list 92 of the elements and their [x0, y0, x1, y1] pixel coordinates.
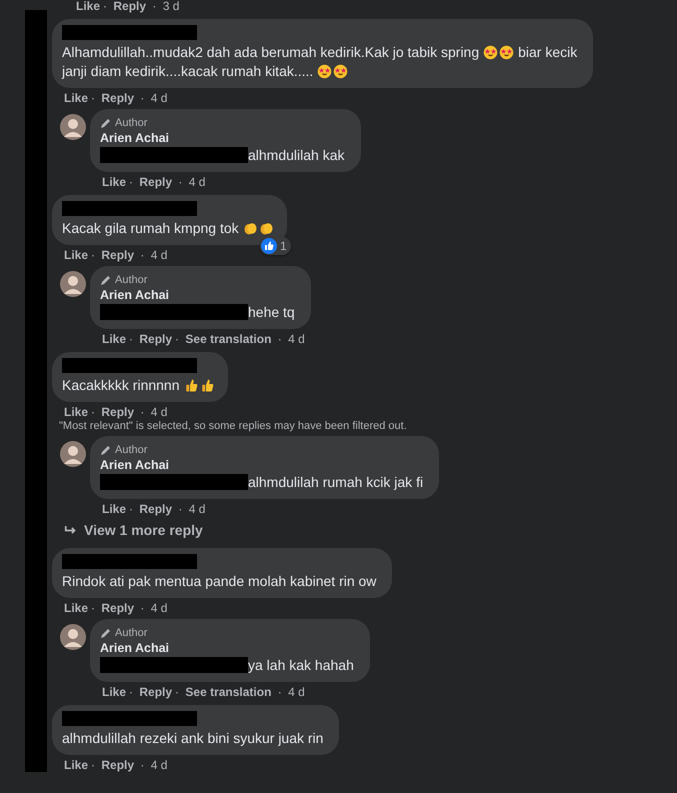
separator-dot: · [278, 332, 282, 346]
comment-text: alhmdulillah rezeki ank bini syukur juak rin [62, 730, 324, 746]
filter-notice: "Most relevant" is selected, so some replies may have been filtered out. [58, 420, 408, 432]
action-link[interactable]: Like [102, 685, 126, 699]
separator-dot: · [178, 175, 182, 189]
action-link[interactable]: Like [64, 248, 88, 262]
action-link[interactable]: Reply [101, 601, 134, 615]
avatar [60, 114, 86, 140]
action-link[interactable]: Reply [101, 405, 134, 419]
emoji-icon [333, 64, 348, 79]
timestamp: 4 d [288, 332, 305, 346]
action-link[interactable]: Like [102, 175, 126, 189]
separator-dot: · [152, 0, 156, 13]
thumbs-up-icon [184, 378, 199, 393]
comment-text: ya lah kak hahah [248, 657, 354, 673]
timestamp: 4 d [150, 601, 168, 615]
comment-text: Alhamdulillah..mudak2 dah ada berumah kedirik.Kak jo tabik spring [62, 44, 480, 60]
comment-text: janji diam kedirik....kacak rumah kitak..... [62, 63, 314, 79]
separator-dot: · [91, 405, 96, 419]
separator-dot: · [175, 332, 180, 346]
reply-arrow-icon [64, 524, 78, 536]
separator-dot: · [91, 601, 96, 615]
author-label: Author [115, 444, 148, 456]
action-link[interactable]: Like [102, 502, 126, 516]
action-link[interactable]: Like [64, 601, 88, 615]
action-link[interactable]: Reply [139, 502, 172, 516]
action-link[interactable]: Reply [113, 0, 146, 13]
action-link[interactable]: Like [64, 758, 88, 772]
author-label: Author [115, 626, 148, 638]
action-link[interactable]: Reply [101, 758, 134, 772]
separator-dot: · [278, 685, 282, 699]
separator-dot: · [91, 248, 96, 262]
separator-dot: · [129, 502, 134, 516]
timestamp: 4 d [288, 685, 305, 699]
like-icon [260, 238, 277, 254]
separator-dot: · [140, 91, 144, 105]
separator-dot: · [129, 332, 134, 346]
emoji-icon [317, 64, 332, 79]
avatar [60, 441, 86, 467]
timestamp: 4 d [188, 502, 206, 516]
separator-dot: · [140, 601, 144, 615]
timestamp: 4 d [150, 248, 168, 262]
timestamp: 4 d [150, 91, 168, 105]
action-link[interactable]: Reply [139, 175, 172, 189]
action-link[interactable]: See translation [185, 685, 272, 699]
action-link[interactable]: Like [102, 332, 126, 346]
separator-dot: · [140, 758, 144, 772]
comment-text: Kacak gila rumah kmpng tok [62, 220, 239, 236]
action-link[interactable]: Reply [139, 332, 172, 346]
emoji-icon [483, 45, 498, 60]
thumbs-up-icon [200, 378, 215, 393]
action-link[interactable]: Like [64, 405, 88, 419]
separator-dot: · [140, 248, 144, 262]
action-link[interactable]: Like [76, 0, 100, 13]
author-name[interactable]: Arien Achai [100, 457, 428, 473]
comment-text: alhmdulilah kak [248, 147, 344, 163]
pencil-icon [100, 626, 112, 638]
action-link[interactable]: Reply [139, 685, 172, 699]
separator-dot: · [129, 175, 134, 189]
emoji-icon [499, 45, 514, 60]
separator-dot: · [129, 685, 134, 699]
separator-dot: · [175, 685, 180, 699]
avatar [60, 624, 86, 650]
action-link[interactable]: Reply [101, 91, 134, 105]
author-name[interactable]: Arien Achai [100, 640, 358, 656]
timestamp: 3 d [162, 0, 180, 13]
pencil-icon [100, 116, 112, 128]
comment-text: Kacakkkkk rinnnnn [62, 377, 180, 393]
action-link[interactable]: Like [64, 91, 88, 105]
timestamp: 4 d [150, 405, 168, 419]
comment-text: biar kecik [518, 44, 578, 60]
avatar [60, 271, 86, 297]
author-label: Author [115, 116, 148, 128]
timestamp: 4 d [150, 758, 168, 772]
reaction-count[interactable]: 1 [260, 237, 291, 255]
separator-dot: · [140, 405, 144, 419]
pencil-icon [100, 274, 112, 286]
action-link[interactable]: See translation [185, 332, 272, 346]
comment-text: Rindok ati pak mentua pande molah kabinet rin ow [62, 573, 376, 589]
separator-dot: · [103, 0, 108, 13]
action-link[interactable]: Reply [101, 248, 134, 262]
author-name[interactable]: Arien Achai [100, 130, 348, 146]
author-name[interactable]: Arien Achai [100, 287, 299, 303]
comment-text: hehe tq [248, 304, 295, 320]
separator-dot: · [91, 758, 96, 772]
comment-text: alhmdulilah rumah kcik jak fi [248, 474, 424, 490]
timestamp: 4 d [188, 175, 206, 189]
pencil-icon [100, 444, 112, 456]
separator-dot: · [91, 91, 96, 105]
view-more-replies-link[interactable]: View 1 more reply [52, 520, 677, 546]
author-label: Author [115, 274, 148, 286]
separator-dot: · [178, 502, 182, 516]
